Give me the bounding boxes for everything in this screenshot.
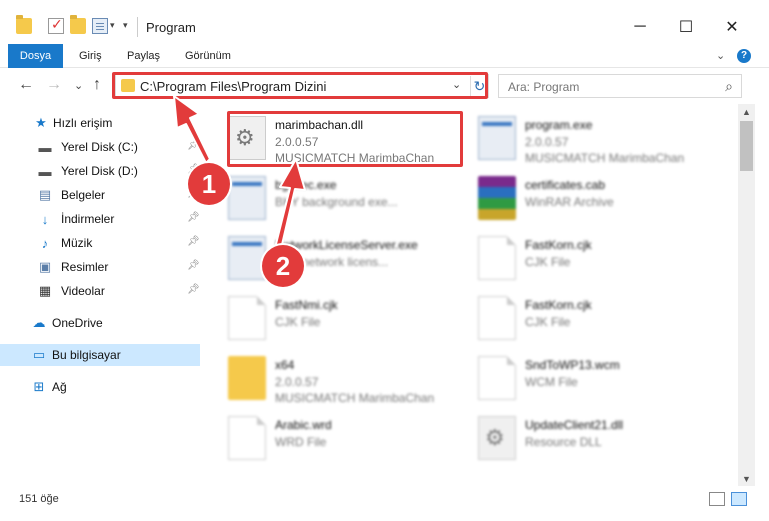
- arrow-2: [274, 158, 306, 250]
- arrow-1: [173, 95, 211, 164]
- callout-badge-2: 2: [262, 245, 304, 287]
- callout-badge-1: 1: [188, 163, 230, 205]
- callout-arrows: [173, 95, 306, 250]
